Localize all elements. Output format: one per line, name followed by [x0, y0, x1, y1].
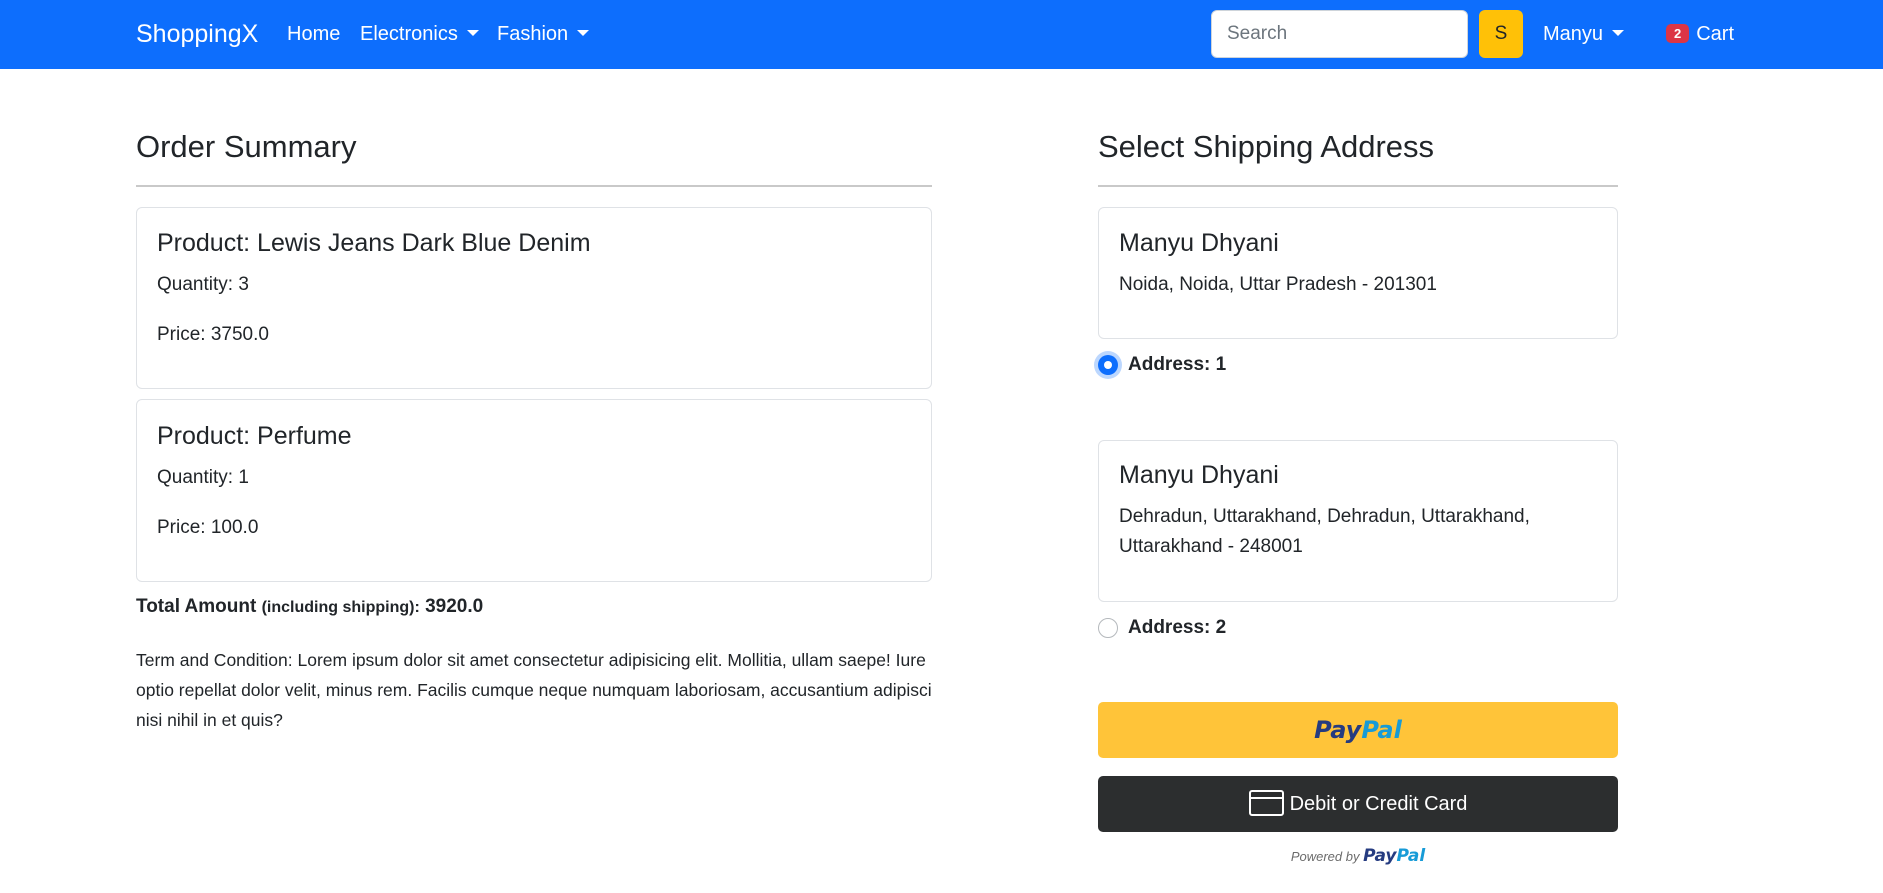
address-card: Manyu Dhyani Dehradun, Uttarakhand, Dehr…: [1098, 440, 1618, 602]
total-value: 3920.0: [425, 596, 484, 617]
address-line: Uttarakhand - 248001: [1119, 536, 1303, 557]
address-2-radio[interactable]: [1098, 618, 1118, 638]
product-quantity: Quantity: 3: [157, 274, 249, 295]
address-1-label[interactable]: Address: 1: [1128, 354, 1226, 376]
nav-home-link[interactable]: Home: [287, 23, 340, 46]
paypal-logo-small: PayPal: [1363, 846, 1426, 866]
cart-label: Cart: [1696, 23, 1735, 45]
user-menu-dropdown[interactable]: Manyu: [1543, 23, 1625, 46]
order-item-card: Product: Perfume Quantity: 1 Price: 100.…: [136, 399, 932, 582]
total-note: (including shipping):: [261, 599, 420, 616]
paypal-logo: PayPal: [1314, 716, 1402, 744]
powered-by-paypal: Powered by PayPal: [1098, 846, 1618, 866]
product-name: Product: Perfume: [157, 422, 352, 450]
order-item-card: Product: Lewis Jeans Dark Blue Denim Qua…: [136, 207, 932, 389]
nav-electronics-dropdown[interactable]: Electronics: [360, 23, 479, 46]
address-line: Noida, Noida, Uttar Pradesh - 201301: [1119, 274, 1437, 295]
total-amount: Total Amount (including shipping): 3920.…: [136, 596, 483, 618]
chevron-down-icon: [466, 30, 479, 36]
address-2-label[interactable]: Address: 2: [1128, 617, 1226, 639]
terms-and-conditions: Term and Condition: Lorem ipsum dolor si…: [136, 650, 932, 730]
shipping-address-title: Select Shipping Address: [1098, 129, 1435, 164]
search-input[interactable]: [1211, 10, 1468, 58]
cart-link[interactable]: 2 Cart: [1666, 23, 1734, 46]
user-name: Manyu: [1543, 23, 1604, 45]
paypal-button[interactable]: PayPal: [1098, 702, 1618, 758]
nav-fashion-label: Fashion: [497, 23, 569, 45]
card-button-label: Debit or Credit Card: [1289, 793, 1468, 815]
credit-card-icon: [1248, 790, 1284, 816]
order-summary-divider: [136, 185, 932, 187]
product-price: Price: 3750.0: [157, 324, 269, 345]
cart-count-badge: 2: [1666, 24, 1690, 43]
address-name: Manyu Dhyani: [1119, 229, 1279, 257]
debit-credit-card-button[interactable]: Debit or Credit Card: [1098, 776, 1618, 832]
address-name: Manyu Dhyani: [1119, 461, 1279, 489]
product-quantity: Quantity: 1: [157, 467, 249, 488]
top-navbar: ShoppingX Home Electronics Fashion S Man…: [0, 0, 1883, 69]
order-summary-title: Order Summary: [136, 129, 357, 164]
search-button[interactable]: S: [1479, 10, 1523, 58]
nav-electronics-label: Electronics: [360, 23, 458, 45]
product-name: Product: Lewis Jeans Dark Blue Denim: [157, 229, 591, 257]
product-price: Price: 100.0: [157, 517, 259, 538]
powered-by-label: Powered by: [1290, 849, 1360, 864]
shipping-divider: [1098, 185, 1618, 187]
brand-link[interactable]: ShoppingX: [136, 20, 258, 49]
address-line: Dehradun, Uttarakhand, Dehradun, Uttarak…: [1119, 506, 1530, 527]
address-1-radio[interactable]: [1098, 355, 1118, 375]
chevron-down-icon: [1612, 30, 1625, 36]
address-card: Manyu Dhyani Noida, Noida, Uttar Pradesh…: [1098, 207, 1618, 339]
total-label: Total Amount: [136, 596, 257, 617]
nav-fashion-dropdown[interactable]: Fashion: [497, 23, 590, 46]
chevron-down-icon: [577, 30, 590, 36]
